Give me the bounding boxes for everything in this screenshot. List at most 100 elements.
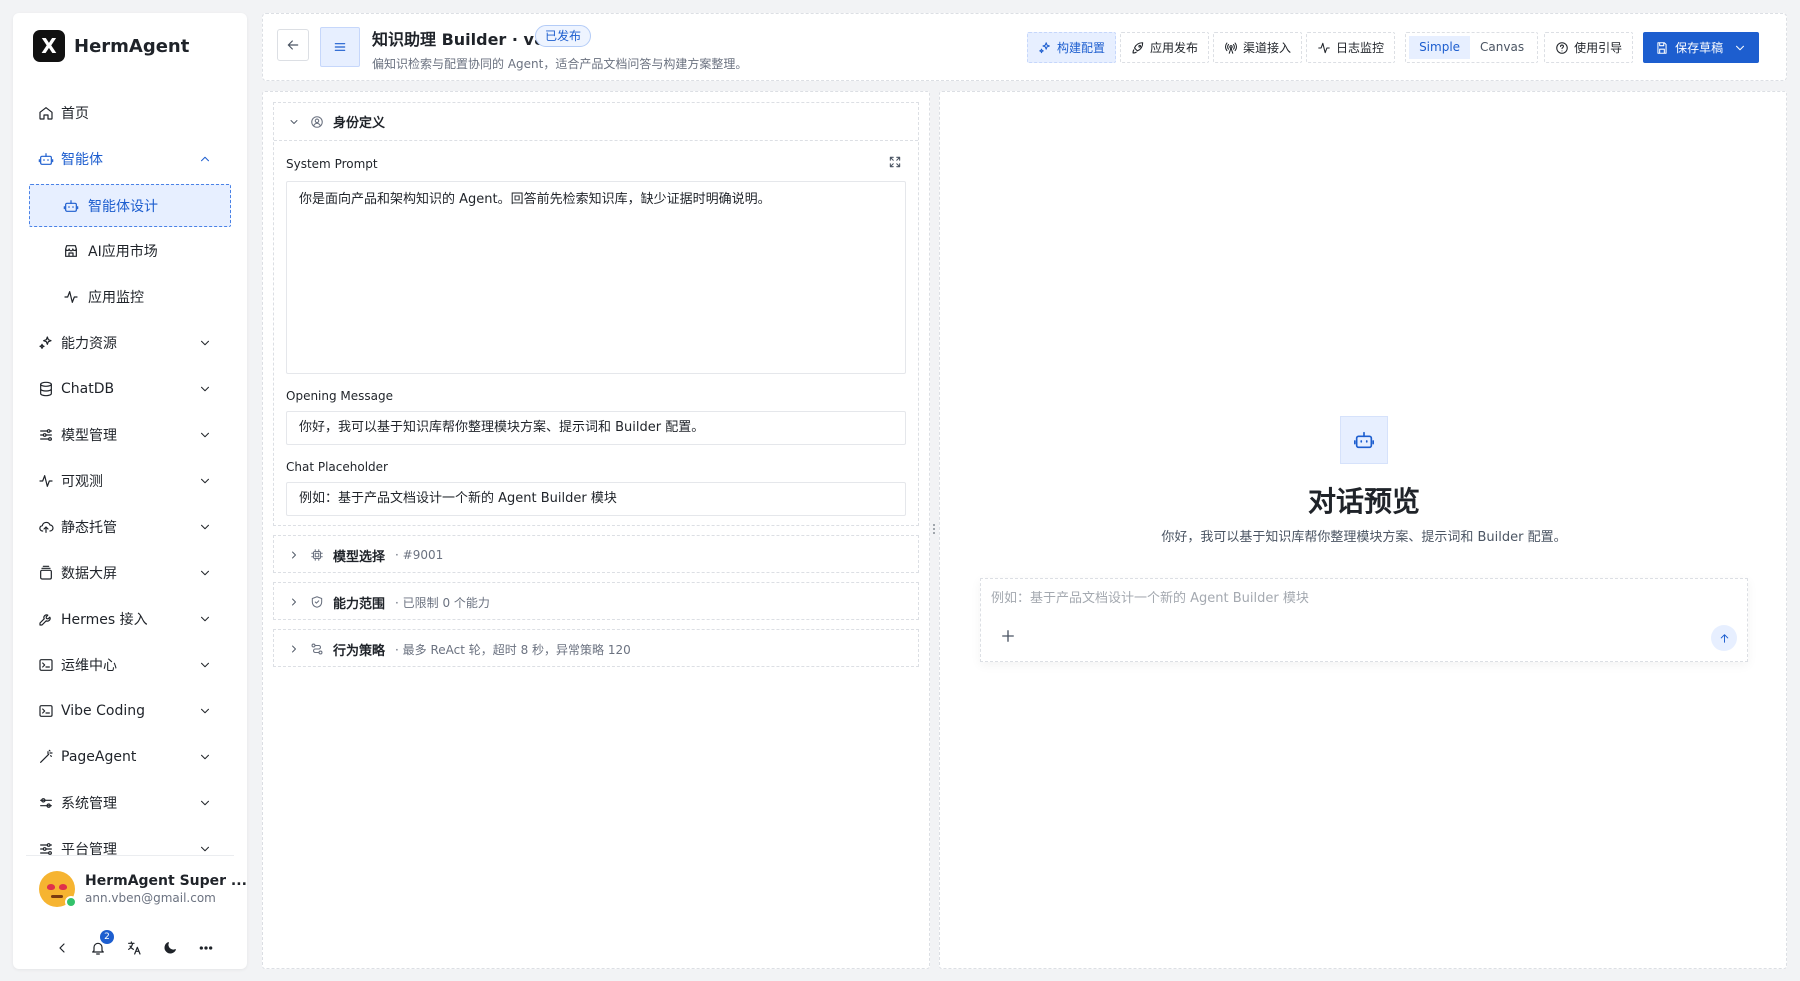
sidebar-item-hermes[interactable]: Hermes 接入 xyxy=(13,596,247,642)
chevron-down-icon xyxy=(200,524,210,530)
opening-message-input[interactable]: 你好，我可以基于知识库帮你整理模块方案、提示词和 Builder 配置。 xyxy=(286,411,906,445)
tab-label: 渠道接入 xyxy=(1243,41,1292,55)
sidebar: X HermAgent 首页 智能体 智能体设计 AI应用市场 应用监控 能力资… xyxy=(13,13,247,969)
sidebar-item-label: 系统管理 xyxy=(61,796,117,812)
send-button[interactable] xyxy=(1711,625,1737,651)
sidebar-item-label: 运维中心 xyxy=(61,658,117,674)
chat-placeholder-input[interactable]: 例如：基于产品文档设计一个新的 Agent Builder 模块 xyxy=(286,482,906,516)
tab-build-config[interactable]: 构建配置 xyxy=(1027,32,1117,63)
activity-icon xyxy=(39,475,53,487)
chevron-down-icon xyxy=(200,846,210,852)
sidebar-item-observability[interactable]: 可观测 xyxy=(13,458,247,504)
section-title: 身份定义 xyxy=(333,116,386,131)
chevron-down-icon xyxy=(200,708,210,714)
translate-icon xyxy=(128,941,141,955)
wand-icon xyxy=(40,749,53,763)
sidebar-item-label: 可观测 xyxy=(61,474,103,490)
sidebar-item-label: 模型管理 xyxy=(61,428,117,444)
back-button[interactable] xyxy=(277,29,309,61)
theme-toggle-button[interactable] xyxy=(159,937,181,959)
avatar-mouth xyxy=(51,895,63,898)
section-title: 能力范围 xyxy=(333,596,386,612)
cloud-upload-icon xyxy=(39,521,54,533)
shield-icon xyxy=(311,596,323,608)
sidebar-item-platform[interactable]: 平台管理 xyxy=(13,826,247,872)
config-panel: 身份定义 System Prompt 你是面向产品和架构知识的 Agent。回答… xyxy=(262,91,930,969)
avatar-eye xyxy=(47,884,55,890)
tab-channel-access[interactable]: 渠道接入 xyxy=(1213,32,1303,63)
toolbar: 构建配置 应用发布 渠道接入 日志监控 Simple Canvas 使用引导 保… xyxy=(1027,32,1760,63)
user-profile[interactable]: HermAgent Super ... ann.vben@gmail.com xyxy=(39,871,247,908)
expand-icon[interactable] xyxy=(888,155,902,169)
robot-icon xyxy=(38,153,54,165)
robot-icon xyxy=(1354,431,1374,449)
sliders-icon xyxy=(40,429,52,441)
section-meta: · 已限制 0 个能力 xyxy=(395,595,490,610)
chevron-right-icon xyxy=(292,645,296,653)
chevron-down-icon xyxy=(200,478,210,484)
save-draft-button[interactable]: 保存草稿 xyxy=(1643,32,1760,63)
terminal-icon xyxy=(39,659,53,671)
plus-icon[interactable] xyxy=(999,627,1017,645)
tab-app-publish[interactable]: 应用发布 xyxy=(1120,32,1210,63)
behavior-section-header[interactable]: 行为策略 · 最多 ReAct 轮，超时 8 秒，异常策略 120 xyxy=(274,630,918,668)
mode-simple[interactable]: Simple xyxy=(1409,36,1471,59)
sidebar-item-ops[interactable]: 运维中心 xyxy=(13,642,247,688)
guide-button[interactable]: 使用引导 xyxy=(1544,32,1634,63)
app-logo[interactable]: X HermAgent xyxy=(33,30,189,62)
sidebar-subitem-app-monitor[interactable]: 应用监控 xyxy=(13,274,247,320)
status-badge: 已发布 xyxy=(535,25,592,47)
avatar xyxy=(39,871,77,908)
collapse-sidebar-button[interactable] xyxy=(51,937,73,959)
chat-input[interactable] xyxy=(991,591,1731,606)
moon-icon xyxy=(164,942,176,954)
sidebar-item-pageagent[interactable]: PageAgent xyxy=(13,734,247,780)
mode-toggle: Simple Canvas xyxy=(1405,32,1539,63)
menu-list-button[interactable] xyxy=(320,27,360,67)
mode-canvas[interactable]: Canvas xyxy=(1470,36,1534,59)
sidebar-subitem-label: 应用监控 xyxy=(88,290,144,306)
preview-subtitle: 你好，我可以基于知识库帮你整理模块方案、提示词和 Builder 配置。 xyxy=(1161,530,1567,545)
sidebar-item-label: ChatDB xyxy=(61,381,115,397)
notifications-button[interactable]: 2 xyxy=(87,930,114,959)
sidebar-subitem-agent-design[interactable]: 智能体设计 xyxy=(29,184,231,227)
sidebar-item-label: 数据大屏 xyxy=(61,566,117,582)
language-button[interactable] xyxy=(123,937,145,959)
tab-log-monitor[interactable]: 日志监控 xyxy=(1306,32,1396,63)
system-prompt-label: System Prompt xyxy=(286,157,378,171)
activity-icon xyxy=(1318,42,1330,53)
more-button[interactable] xyxy=(195,937,217,959)
user-info: HermAgent Super ... ann.vben@gmail.com xyxy=(85,873,247,905)
logo-mark: X xyxy=(33,30,65,62)
list-icon xyxy=(334,43,346,51)
avatar-eye xyxy=(59,884,67,890)
chevron-down-icon xyxy=(200,432,210,438)
page-header: 知识助理 Builder · v8 已发布 偏知识检索与配置协同的 Agent，… xyxy=(262,13,1787,81)
system-prompt-textarea[interactable]: 你是面向产品和架构知识的 Agent。回答前先检索知识库，缺少证据时明确说明。 xyxy=(286,181,906,374)
chevron-down-icon xyxy=(200,800,210,806)
panel-resize-handle[interactable] xyxy=(929,518,939,540)
sidebar-item-capability[interactable]: 能力资源 xyxy=(13,320,247,366)
sidebar-item-label: Hermes 接入 xyxy=(61,612,148,628)
database-icon xyxy=(40,381,52,397)
sidebar-item-chatdb[interactable]: ChatDB xyxy=(13,366,247,412)
model-section-header[interactable]: 模型选择 · #9001 xyxy=(274,536,918,574)
drag-handle-icon xyxy=(932,523,936,535)
model-section: 模型选择 · #9001 xyxy=(273,535,919,573)
identity-section-header[interactable]: 身份定义 xyxy=(274,103,918,141)
sidebar-item-dashboard[interactable]: 数据大屏 xyxy=(13,550,247,596)
cpu-icon xyxy=(311,549,323,561)
section-title: 模型选择 xyxy=(333,549,386,565)
chat-composer xyxy=(980,578,1748,662)
online-status-dot xyxy=(65,896,77,908)
sidebar-item-home[interactable]: 首页 xyxy=(13,90,247,136)
store-icon xyxy=(65,245,77,257)
sidebar-item-vibe-coding[interactable]: Vibe Coding xyxy=(13,688,247,734)
scope-section-header[interactable]: 能力范围 · 已限制 0 个能力 xyxy=(274,583,918,621)
sidebar-item-models[interactable]: 模型管理 xyxy=(13,412,247,458)
sidebar-subitem-ai-market[interactable]: AI应用市场 xyxy=(13,228,247,274)
sidebar-item-label: 平台管理 xyxy=(61,842,117,858)
sidebar-item-system[interactable]: 系统管理 xyxy=(13,780,247,826)
sidebar-item-agents[interactable]: 智能体 xyxy=(13,136,247,182)
sidebar-item-static-hosting[interactable]: 静态托管 xyxy=(13,504,247,550)
